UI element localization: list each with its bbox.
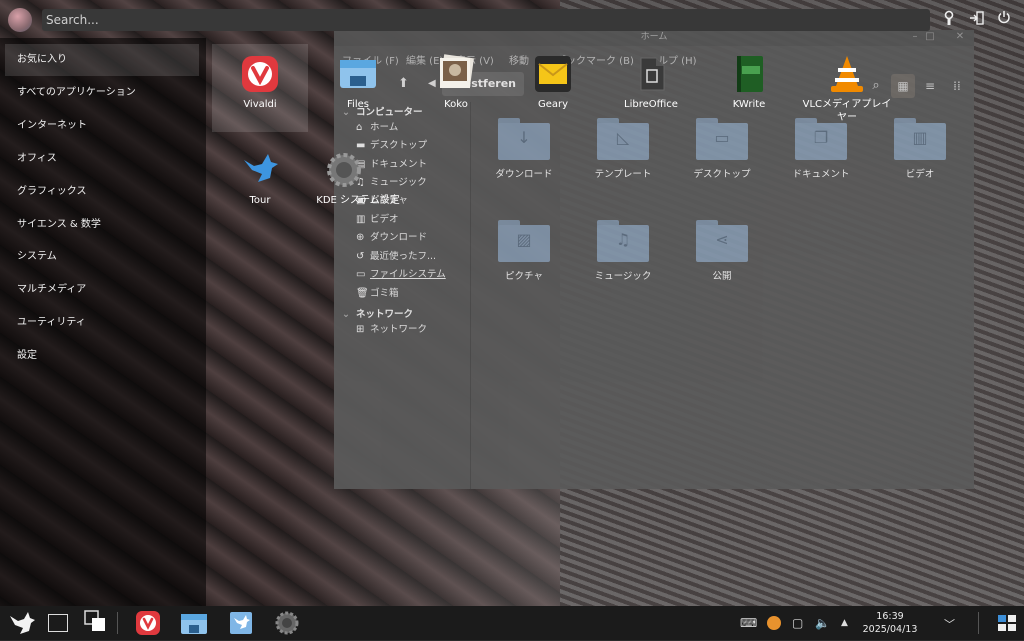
app-libreoffice[interactable]: LibreOffice <box>603 54 699 111</box>
tour-icon <box>240 150 280 190</box>
category-multimedia[interactable]: マルチメディア <box>5 274 199 306</box>
documents-glyph-icon: ❐ <box>813 128 829 147</box>
geary-icon <box>533 54 573 94</box>
search-box[interactable] <box>42 9 930 31</box>
folder-icon: ◺ <box>597 118 649 160</box>
folder-icon: ▥ <box>894 118 946 160</box>
category-favorites[interactable]: お気に入り <box>5 44 199 76</box>
category-science[interactable]: サイエンス & 数学 <box>5 209 199 241</box>
folder-desktop[interactable]: ▭ デスクトップ <box>677 118 767 180</box>
avatar[interactable] <box>8 8 32 32</box>
desktop-glyph-icon: ▭ <box>714 128 730 147</box>
kde-settings-icon <box>324 150 364 190</box>
folder-icon: ♫ <box>597 220 649 262</box>
update-icon[interactable] <box>767 616 781 630</box>
koko-icon <box>436 54 476 94</box>
place-network[interactable]: ⊞ ネットワーク <box>356 322 427 338</box>
folder-icon: ⋖ <box>696 220 748 262</box>
category-utilities[interactable]: ユーティリティ <box>5 307 199 339</box>
app-vlc[interactable]: VLCメディアプレイヤー <box>799 54 895 124</box>
search-input[interactable] <box>42 9 930 31</box>
download-icon: ⊕ <box>356 232 365 243</box>
keyboard-icon[interactable]: ⌨ <box>740 616 757 630</box>
app-files[interactable]: Files <box>310 54 406 111</box>
panel-chevron-icon[interactable]: ﹀ <box>944 616 955 632</box>
kwrite-icon <box>729 54 769 94</box>
taskbar-settings-icon[interactable] <box>274 610 300 636</box>
logout-icon[interactable] <box>968 10 986 28</box>
music-glyph-icon: ♫ <box>615 230 631 249</box>
drive-icon: ▭ <box>356 269 366 280</box>
place-home[interactable]: ⌂ ホーム <box>356 120 398 136</box>
place-filesystem[interactable]: ▭ ファイルシステム <box>356 267 446 283</box>
launcher-bird-icon[interactable] <box>8 610 36 636</box>
app-geary[interactable]: Geary <box>505 54 601 111</box>
taskbar: ⌨ ▢ 🔈 ▲ 16:39 2025/04/13 ﹀ <box>0 606 1024 640</box>
app-vivaldi[interactable]: Vivaldi <box>212 44 308 132</box>
tray-divider <box>978 612 979 634</box>
launcher-topbar <box>0 0 1024 38</box>
app-kde-settings[interactable]: KDE システム設定 <box>308 150 408 207</box>
image-glyph-icon: ▨ <box>516 230 532 249</box>
place-downloads[interactable]: ⊕ ダウンロード <box>356 230 427 246</box>
vlc-icon <box>827 54 867 94</box>
volume-icon[interactable]: 🔈 <box>815 616 830 630</box>
folder-icon: ▭ <box>696 118 748 160</box>
category-internet[interactable]: インターネット <box>5 110 199 142</box>
category-all-apps[interactable]: すべてのアプリケーション <box>5 77 199 109</box>
category-graphics[interactable]: グラフィックス <box>5 176 199 208</box>
folder-icon: ❐ <box>795 118 847 160</box>
power-icon[interactable] <box>995 10 1013 28</box>
template-glyph-icon: ◺ <box>616 128 630 147</box>
overview-icon[interactable] <box>84 610 106 636</box>
clock-time: 16:39 <box>876 611 904 622</box>
list-view-icon[interactable]: ≡ <box>918 74 942 98</box>
clock[interactable]: 16:39 2025/04/13 <box>858 610 922 636</box>
network-icon: ⊞ <box>356 324 365 335</box>
libreoffice-icon <box>631 54 671 94</box>
workspace-switcher-icon[interactable] <box>998 615 1016 641</box>
trash-icon: 🗑 <box>356 288 369 299</box>
vivaldi-icon <box>240 54 280 94</box>
video-icon: ▥ <box>356 214 366 225</box>
recent-icon: ↺ <box>356 251 365 262</box>
folder-pictures[interactable]: ▨ ピクチャ <box>479 220 569 282</box>
folder-templates[interactable]: ◺ テンプレート <box>578 118 668 180</box>
taskbar-files-icon[interactable] <box>180 610 208 636</box>
lock-icon[interactable] <box>940 10 958 28</box>
place-videos[interactable]: ▥ ビデオ <box>356 212 399 228</box>
clock-date: 2025/04/13 <box>862 624 918 635</box>
network-header[interactable]: ⌄ ネットワーク <box>342 306 413 320</box>
share-glyph-icon: ⋖ <box>715 230 729 249</box>
place-trash[interactable]: 🗑ゴミ箱 <box>356 286 399 302</box>
folder-icon: ▨ <box>498 220 550 262</box>
tray-expand-icon[interactable]: ▲ <box>841 618 848 628</box>
place-recent[interactable]: ↺ 最近使ったフ... <box>356 249 436 265</box>
download-glyph-icon: ↓ <box>517 128 531 147</box>
folder-public[interactable]: ⋖ 公開 <box>677 220 767 282</box>
film-glyph-icon: ▥ <box>912 128 928 147</box>
category-settings[interactable]: 設定 <box>5 340 199 372</box>
taskbar-divider <box>117 612 118 634</box>
network-tray-icon[interactable]: ▢ <box>792 616 803 630</box>
compact-view-icon[interactable]: ⁞⁞ <box>945 74 969 98</box>
category-office[interactable]: オフィス <box>5 143 199 175</box>
folder-icon: ↓ <box>498 118 550 160</box>
home-icon: ⌂ <box>356 122 363 133</box>
files-icon <box>338 54 378 94</box>
folder-music[interactable]: ♫ ミュージック <box>578 220 668 282</box>
folder-downloads[interactable]: ↓ ダウンロード <box>479 118 569 180</box>
app-koko[interactable]: Koko <box>408 54 504 111</box>
app-kwrite[interactable]: KWrite <box>701 54 797 111</box>
category-panel: お気に入り すべてのアプリケーション インターネット オフィス グラフィックス … <box>0 38 206 608</box>
folder-documents[interactable]: ❐ ドキュメント <box>776 118 866 180</box>
taskbar-app-icon[interactable] <box>228 610 254 636</box>
category-system[interactable]: システム <box>5 241 199 273</box>
show-desktop-icon[interactable] <box>48 614 68 632</box>
app-tour[interactable]: Tour <box>212 150 308 207</box>
folder-videos[interactable]: ▥ ビデオ <box>875 118 965 180</box>
taskbar-vivaldi-icon[interactable] <box>135 610 161 636</box>
